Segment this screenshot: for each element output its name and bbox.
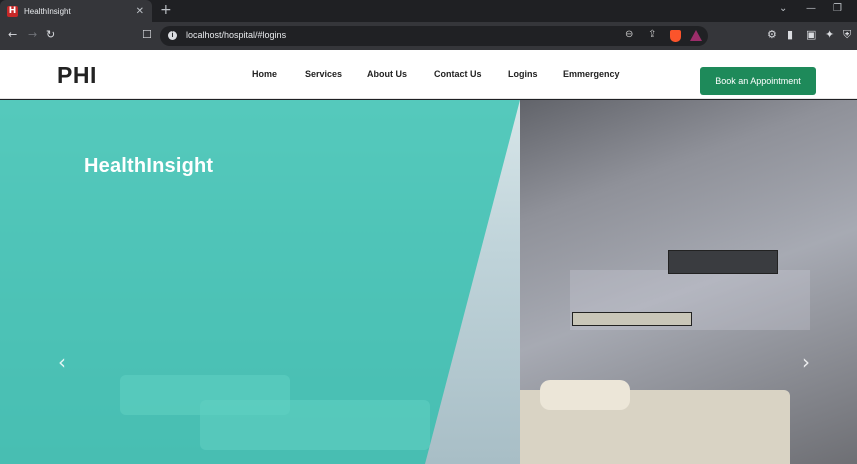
share-icon[interactable]: ⇪ [648, 29, 656, 40]
hero-monitor-equipment [668, 250, 778, 274]
site-logo[interactable]: PHI [57, 62, 97, 89]
nav-home[interactable]: Home [252, 69, 277, 79]
nav-logins[interactable]: Logins [508, 69, 538, 79]
browser-tabbar: H HealthInsight ✕ + ⌄ — ❐ [0, 0, 857, 22]
tab-title: HealthInsight [24, 6, 71, 16]
sidebar-icon[interactable]: ▮ [787, 28, 793, 41]
nav-emergency[interactable]: Emmergency [563, 69, 620, 79]
brave-shield-icon[interactable] [670, 30, 681, 42]
slider-prev-icon[interactable]: ‹ [58, 350, 66, 374]
new-tab-button[interactable]: + [160, 2, 172, 18]
browser-tab[interactable]: H HealthInsight ✕ [0, 0, 152, 22]
address-url[interactable]: localhost/hospital/#logins [186, 30, 286, 40]
bookmark-icon[interactable]: ☐ [142, 28, 152, 42]
browser-navbar: ← → ↻ ☐ i localhost/hospital/#logins ⊖ ⇪… [0, 22, 857, 50]
wallet-icon[interactable]: ▣ [806, 28, 816, 41]
vpn-icon[interactable]: ⛨ [843, 28, 851, 42]
minimize-icon[interactable]: — [806, 3, 816, 14]
book-appointment-button[interactable]: Book an Appointment [700, 67, 816, 95]
extensions-icon[interactable]: ⚙ [767, 28, 777, 41]
forward-icon[interactable]: → [28, 28, 37, 42]
nav-about-us[interactable]: About Us [367, 69, 407, 79]
restore-icon[interactable]: ❐ [833, 3, 842, 14]
slider-next-icon[interactable]: › [802, 350, 810, 374]
reload-icon[interactable]: ↻ [46, 28, 55, 42]
hero-slider: HealthInsight ‹ › [0, 100, 857, 464]
hero-gas-outlet-panel [572, 312, 692, 326]
site-header: PHI Home Services About Us Contact Us Lo… [0, 50, 857, 99]
hero-title: HealthInsight [84, 155, 214, 177]
hero-pillow [540, 380, 630, 410]
zoom-icon[interactable]: ⊖ [625, 29, 633, 40]
leo-icon[interactable]: ✦ [825, 28, 834, 41]
address-bar[interactable]: i localhost/hospital/#logins ⊖ ⇪ [160, 26, 708, 46]
tab-close-icon[interactable]: ✕ [136, 6, 144, 17]
tab-search-icon[interactable]: ⌄ [779, 3, 787, 14]
back-icon[interactable]: ← [8, 28, 17, 42]
favicon-icon: H [7, 5, 18, 17]
nav-services[interactable]: Services [305, 69, 342, 79]
site-info-icon[interactable]: i [168, 31, 177, 40]
nav-contact-us[interactable]: Contact Us [434, 69, 482, 79]
brave-rewards-icon[interactable] [690, 30, 702, 41]
